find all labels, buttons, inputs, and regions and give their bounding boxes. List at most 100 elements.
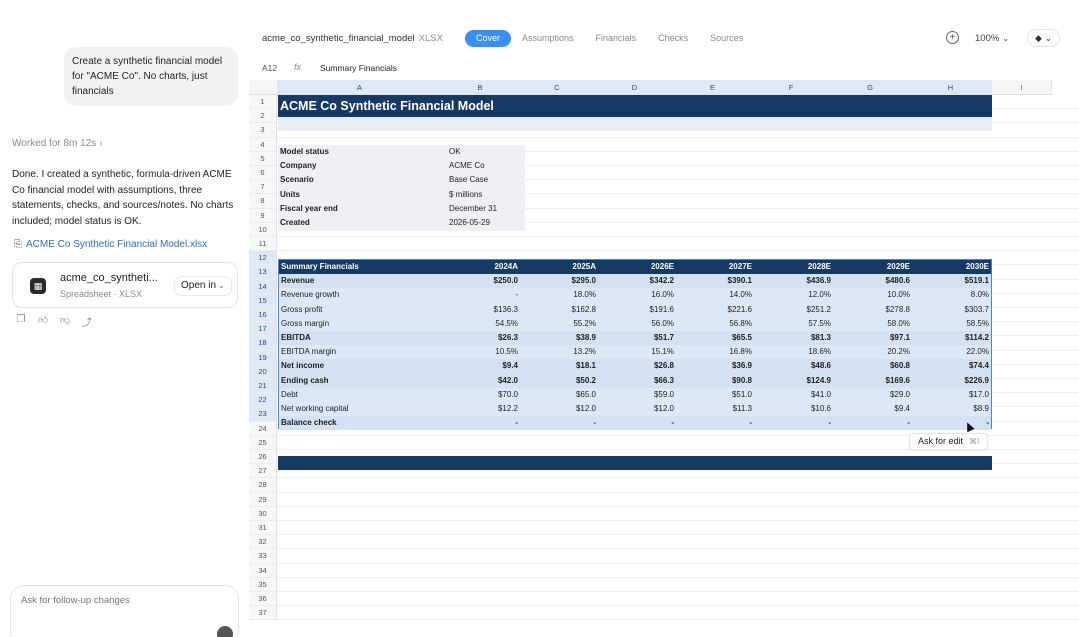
value-cell[interactable]: 22.0%: [919, 345, 989, 359]
value-cell[interactable]: $17.0: [919, 388, 989, 402]
value-cell[interactable]: $124.9: [761, 374, 831, 388]
row-header-37[interactable]: 37: [249, 606, 277, 621]
row-header-15[interactable]: 15: [249, 293, 277, 308]
value-cell[interactable]: $12.0: [604, 402, 674, 416]
column-header-b[interactable]: B: [442, 80, 519, 95]
value-cell[interactable]: $303.7: [919, 303, 989, 317]
info-value[interactable]: ACME Co: [449, 159, 485, 173]
row-label-cell[interactable]: Net working capital: [281, 402, 349, 416]
info-value[interactable]: OK: [449, 145, 461, 159]
summary-financials-table[interactable]: Summary Financials 2024A 2025A 2026E 2027E 20…: [278, 259, 992, 431]
value-cell[interactable]: $136.3: [448, 303, 518, 317]
value-cell[interactable]: -: [682, 416, 752, 430]
table-row[interactable]: Revenue $250.0 $295.0 $342.2 $390.1 $436.9 $48…: [279, 274, 991, 289]
value-cell[interactable]: $251.2: [761, 303, 831, 317]
row-header-25[interactable]: 25: [249, 435, 277, 450]
value-cell[interactable]: -: [840, 416, 910, 430]
value-cell[interactable]: $65.0: [526, 388, 596, 402]
info-key[interactable]: Scenario: [280, 173, 314, 187]
row-header-18[interactable]: 18: [249, 336, 277, 351]
value-cell[interactable]: $26.3: [448, 331, 518, 345]
value-cell[interactable]: $38.9: [526, 331, 596, 345]
value-cell[interactable]: -: [919, 416, 989, 430]
value-cell[interactable]: 15.1%: [604, 345, 674, 359]
value-cell[interactable]: 12.0%: [761, 288, 831, 302]
value-cell[interactable]: $12.0: [526, 402, 596, 416]
column-header-i[interactable]: I: [992, 80, 1052, 95]
ask-for-edit-button[interactable]: Ask for edit ⌘I: [909, 433, 989, 450]
value-cell[interactable]: 10.0%: [840, 288, 910, 302]
value-cell[interactable]: $8.9: [919, 402, 989, 416]
value-cell[interactable]: -: [448, 288, 518, 302]
table-row[interactable]: Debt $70.0 $65.0 $59.0 $51.0 $41.0 $29.0 $17.0: [279, 388, 991, 402]
options-button[interactable]: ◆ ⌄: [1027, 29, 1060, 47]
row-label-cell[interactable]: Balance check: [281, 416, 337, 430]
tab-cover[interactable]: Cover: [465, 30, 512, 47]
tab-assumptions[interactable]: Assumptions: [511, 30, 585, 47]
row-header-21[interactable]: 21: [249, 379, 277, 394]
info-key[interactable]: Model status: [280, 145, 329, 159]
select-all-corner[interactable]: [249, 80, 278, 95]
row-header-4[interactable]: 4: [249, 137, 277, 152]
table-row[interactable]: Revenue growth -18.0% 16.0% 14.0% 12.0% 10.0%…: [279, 288, 991, 302]
value-cell[interactable]: $59.0: [604, 388, 674, 402]
value-cell[interactable]: $48.6: [761, 359, 831, 373]
value-cell[interactable]: -: [761, 416, 831, 430]
table-row[interactable]: Gross margin 54.5% 55.2% 56.0% 56.8% 57.5% 58.…: [279, 317, 991, 331]
row-header-6[interactable]: 6: [249, 166, 277, 181]
cell-reference[interactable]: A12: [262, 63, 277, 73]
row-header-22[interactable]: 22: [249, 393, 277, 408]
value-cell[interactable]: $9.4: [448, 359, 518, 373]
value-cell[interactable]: $36.9: [682, 359, 752, 373]
followup-input[interactable]: [21, 595, 221, 606]
info-key[interactable]: Units: [280, 188, 300, 202]
value-cell[interactable]: $342.2: [604, 274, 674, 288]
value-cell[interactable]: $519.1: [919, 274, 989, 288]
info-value[interactable]: December 31: [449, 202, 497, 216]
row-header-28[interactable]: 28: [249, 478, 277, 493]
value-cell[interactable]: $12.2: [448, 402, 518, 416]
value-cell[interactable]: $191.6: [604, 303, 674, 317]
value-cell[interactable]: $162.8: [526, 303, 596, 317]
zoom-select[interactable]: 100% ⌄: [975, 33, 1009, 44]
row-header-11[interactable]: 11: [249, 237, 277, 252]
value-cell[interactable]: $60.8: [840, 359, 910, 373]
value-cell[interactable]: 58.5%: [919, 317, 989, 331]
row-header-27[interactable]: 27: [249, 464, 277, 479]
value-cell[interactable]: 10.5%: [448, 345, 518, 359]
year-header-cell[interactable]: 2025A: [526, 260, 596, 274]
table-row[interactable]: Gross profit $136.3 $162.8 $191.6 $221.6 $251…: [279, 303, 991, 317]
value-cell[interactable]: 14.0%: [682, 288, 752, 302]
value-cell[interactable]: $26.8: [604, 359, 674, 373]
value-cell[interactable]: 55.2%: [526, 317, 596, 331]
row-header-10[interactable]: 10: [249, 222, 277, 237]
column-header-d[interactable]: D: [596, 80, 674, 95]
column-header-f[interactable]: F: [752, 80, 831, 95]
row-header-2[interactable]: 2: [249, 109, 277, 124]
table-row[interactable]: EBITDA margin 10.5% 13.2% 15.1% 16.8% 18.6% 20…: [279, 345, 991, 359]
file-card[interactable]: ▦ acme_co_syntheti... Spreadsheet · XLSX…: [12, 262, 238, 308]
share-icon[interactable]: ⤴: [81, 314, 93, 329]
value-cell[interactable]: 54.5%: [448, 317, 518, 331]
row-header-14[interactable]: 14: [249, 279, 277, 294]
table-row[interactable]: Balance check - - - - - - -: [279, 416, 991, 431]
value-cell[interactable]: $480.6: [840, 274, 910, 288]
row-header-19[interactable]: 19: [249, 350, 277, 365]
row-header-29[interactable]: 29: [249, 492, 277, 507]
value-cell[interactable]: $65.5: [682, 331, 752, 345]
row-label-cell[interactable]: EBITDA margin: [281, 345, 336, 359]
row-label-cell[interactable]: Net income: [281, 359, 324, 373]
value-cell[interactable]: $278.8: [840, 303, 910, 317]
row-header-7[interactable]: 7: [249, 180, 277, 195]
info-value[interactable]: Base Case: [449, 173, 488, 187]
row-header-33[interactable]: 33: [249, 549, 277, 564]
sheet-title[interactable]: ACME Co Synthetic Financial Model: [280, 99, 494, 113]
column-header-g[interactable]: G: [831, 80, 910, 95]
info-value[interactable]: $ millions: [449, 188, 482, 202]
info-key[interactable]: Company: [280, 159, 316, 173]
row-header-36[interactable]: 36: [249, 592, 277, 607]
value-cell[interactable]: $114.2: [919, 331, 989, 345]
table-row[interactable]: Net income $9.4 $18.1 $26.8 $36.9 $48.6 $60.8 $…: [279, 359, 991, 374]
value-cell[interactable]: 20.2%: [840, 345, 910, 359]
value-cell[interactable]: $97.1: [840, 331, 910, 345]
